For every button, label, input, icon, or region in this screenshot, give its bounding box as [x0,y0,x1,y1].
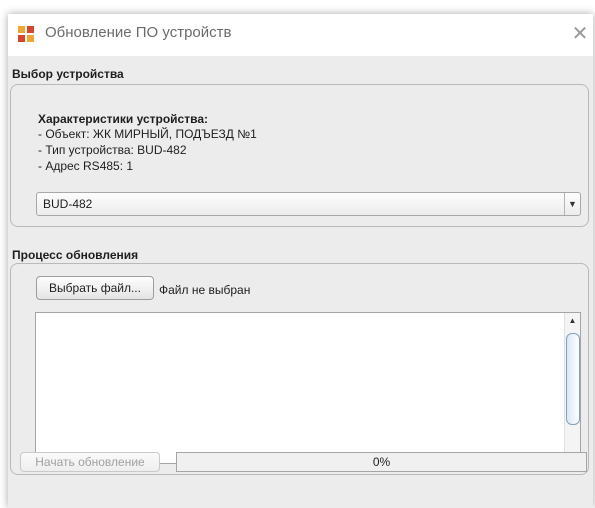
device-selection-title: Выбор устройства [12,67,124,81]
firmware-update-dialog: Обновление ПО устройств ✕ Выбор устройст… [8,14,593,508]
device-select-value: BUD-482 [43,197,93,211]
device-info-type: - Тип устройства: BUD-482 [38,143,187,157]
window-title: Обновление ПО устройств [45,24,232,41]
device-info-object: - Объект: ЖК МИРНЫЙ, ПОДЪЕЗД №1 [38,127,257,141]
dialog-content: Выбор устройства Характеристики устройст… [8,56,593,508]
app-grid-icon [18,26,34,42]
update-log-textarea[interactable]: ▲ ▼ [35,312,581,464]
triangle-down-icon[interactable]: ▼ [564,193,580,215]
close-icon[interactable]: ✕ [570,22,590,44]
device-info-address: - Адрес RS485: 1 [38,159,134,173]
progress-label: 0% [372,455,391,469]
choose-file-button[interactable]: Выбрать файл... [36,276,154,300]
device-select[interactable]: BUD-482 ▼ [36,192,581,216]
file-status-text: Файл не выбран [159,283,251,297]
log-scrollbar[interactable]: ▲ ▼ [564,313,580,463]
update-process-title: Процесс обновления [12,248,139,262]
update-progress-bar: 0% [176,452,587,472]
scroll-up-icon[interactable]: ▲ [567,315,578,327]
start-update-button[interactable]: Начать обновление [20,452,160,472]
scroll-thumb[interactable] [566,333,580,425]
title-bar[interactable]: Обновление ПО устройств ✕ [8,14,593,56]
device-info-heading: Характеристики устройства: [38,112,208,126]
